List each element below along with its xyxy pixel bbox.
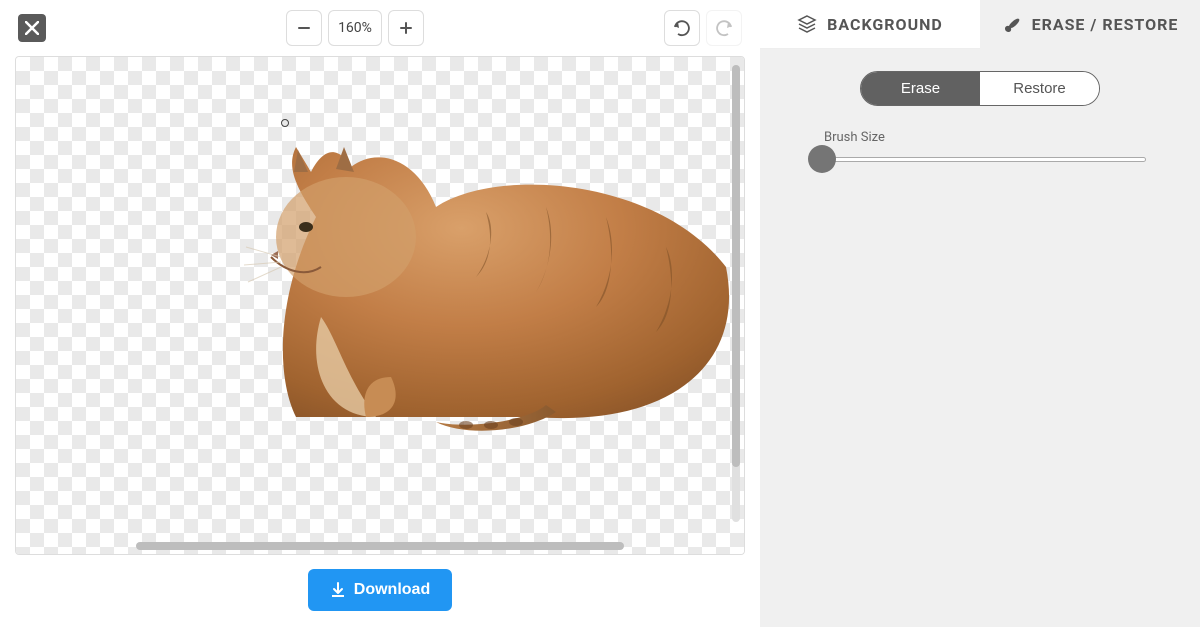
history-controls (664, 10, 742, 46)
tab-background[interactable]: BACKGROUND (760, 0, 980, 49)
redo-icon (714, 19, 734, 37)
tab-content: Erase Restore Brush Size (760, 49, 1200, 185)
scrollbar-horizontal[interactable] (16, 542, 744, 550)
brush-size-slider-container (810, 155, 1150, 163)
download-area: Download (10, 555, 750, 627)
brush-size-slider[interactable] (814, 155, 1146, 163)
minus-icon (297, 21, 311, 35)
editing-canvas[interactable] (16, 57, 744, 554)
tab-erase-restore-label: ERASE / RESTORE (1032, 15, 1179, 34)
tab-background-label: BACKGROUND (827, 15, 943, 34)
undo-button[interactable] (664, 10, 700, 46)
brush-icon (1002, 15, 1022, 35)
subject-image (236, 117, 736, 437)
redo-button[interactable] (706, 10, 742, 46)
brush-size-label: Brush Size (824, 130, 1150, 145)
zoom-controls: 160% (286, 10, 424, 46)
canvas-container (15, 56, 745, 555)
erase-restore-toggle: Erase Restore (860, 71, 1100, 106)
tabs: BACKGROUND ERASE / RESTORE (760, 0, 1200, 49)
tab-erase-restore[interactable]: ERASE / RESTORE (980, 0, 1200, 49)
toolbar: 160% (10, 10, 750, 46)
zoom-level-display[interactable]: 160% (328, 10, 382, 46)
scrollbar-horizontal-thumb[interactable] (136, 542, 624, 550)
brush-size-section: Brush Size (810, 130, 1150, 163)
download-button[interactable]: Download (308, 569, 452, 611)
download-icon (330, 582, 346, 598)
slider-track (814, 157, 1146, 162)
brush-cursor (281, 119, 289, 127)
scrollbar-vertical[interactable] (732, 65, 740, 522)
layers-icon (797, 14, 817, 34)
slider-thumb[interactable] (808, 145, 836, 173)
plus-icon (399, 21, 413, 35)
restore-toggle-button[interactable]: Restore (980, 72, 1099, 105)
zoom-out-button[interactable] (286, 10, 322, 46)
close-icon (25, 21, 39, 35)
erase-toggle-button[interactable]: Erase (861, 72, 980, 105)
close-button[interactable] (18, 14, 46, 42)
download-label: Download (354, 581, 430, 599)
scrollbar-vertical-thumb[interactable] (732, 65, 740, 467)
side-panel: BACKGROUND ERASE / RESTORE Erase Restore… (760, 0, 1200, 627)
zoom-in-button[interactable] (388, 10, 424, 46)
undo-icon (672, 19, 692, 37)
